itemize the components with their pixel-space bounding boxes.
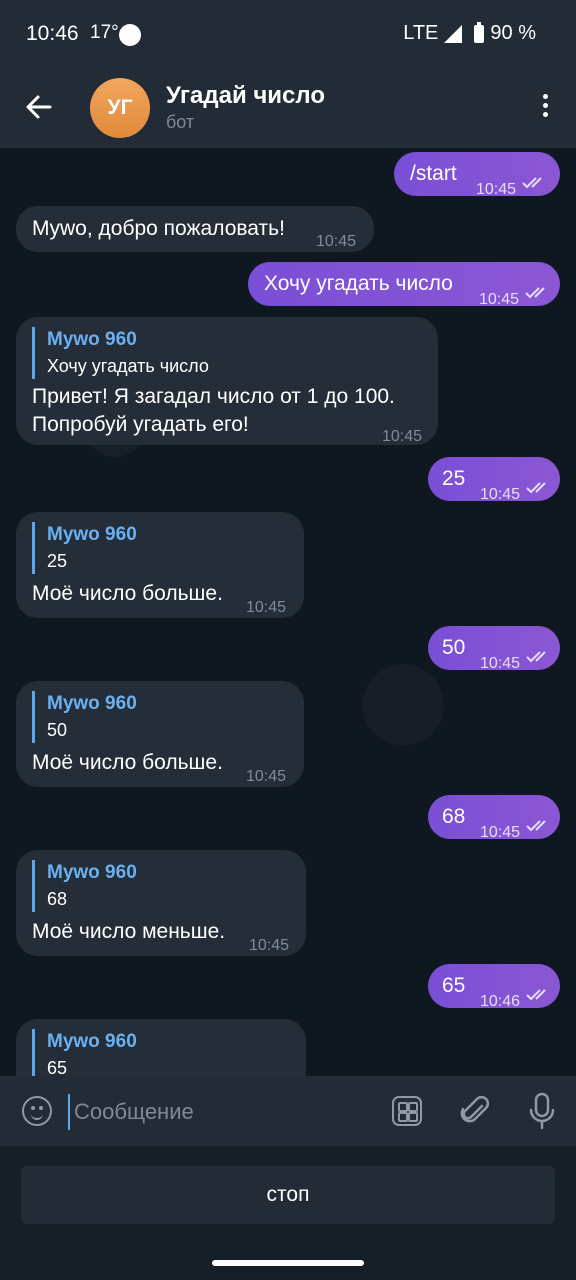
- reply-quote[interactable]: Мywo 960 65: [32, 1029, 287, 1076]
- message-time: 10:45: [479, 291, 520, 308]
- reply-quote[interactable]: Мywo 960 50: [32, 691, 287, 743]
- bot-keyboard-icon[interactable]: [392, 1096, 422, 1126]
- message-text: Моё число больше.: [32, 582, 223, 605]
- read-ticks-icon: [526, 820, 546, 832]
- read-ticks-icon: [525, 287, 545, 299]
- message-text: 68: [442, 805, 466, 828]
- message-in[interactable]: Мywo 960 50 Моё число больше. 10:45: [16, 681, 304, 787]
- message-in[interactable]: Мywo, добро пожаловать! 10:45: [16, 206, 374, 252]
- reply-author: Мywo 960: [47, 862, 137, 883]
- message-in[interactable]: Мywo 960 25 Моё число больше. 10:45: [16, 512, 304, 618]
- emoji-icon[interactable]: [22, 1096, 52, 1126]
- reply-text: 50: [47, 720, 68, 740]
- message-text: Моё число меньше.: [32, 920, 226, 943]
- message-text: Хочу угадать число: [264, 272, 453, 295]
- attach-clip-icon[interactable]: [460, 1094, 490, 1128]
- status-bar: 10:46 17° LTE 90 %: [0, 0, 576, 68]
- network-type: LTE: [403, 22, 439, 44]
- notification-dot-icon: [119, 24, 141, 46]
- microphone-icon[interactable]: [528, 1092, 556, 1130]
- message-text: /start: [410, 162, 457, 185]
- message-time: 10:45: [316, 233, 357, 250]
- message-in[interactable]: Мywo 960 Хочу угадать число Привет! Я за…: [16, 317, 438, 445]
- reply-text: Хочу угадать число: [47, 356, 209, 376]
- message-text-line: Попробуй угадать его!: [32, 413, 249, 436]
- battery-icon: [474, 21, 485, 43]
- message-input[interactable]: [68, 1094, 376, 1130]
- message-out[interactable]: /start 10:45: [394, 152, 560, 198]
- read-ticks-icon: [526, 989, 546, 1001]
- reply-quote[interactable]: Мywo 960 68: [32, 860, 287, 912]
- message-time: 10:45: [246, 768, 287, 785]
- back-arrow-icon[interactable]: [22, 90, 56, 124]
- reply-text: 25: [47, 551, 68, 571]
- reply-author: Мywo 960: [47, 329, 137, 350]
- message-time: 10:46: [480, 993, 521, 1010]
- message-time: 10:45: [246, 599, 287, 616]
- home-indicator[interactable]: [212, 1260, 364, 1266]
- message-text: Моё число больше.: [32, 751, 223, 774]
- status-time: 10:46: [26, 22, 79, 45]
- message-out[interactable]: 50 10:45: [428, 626, 560, 672]
- reply-author: Мywo 960: [47, 524, 137, 545]
- message-input-bar: [0, 1076, 576, 1146]
- chat-header: УГ Угадай число бот: [0, 68, 576, 148]
- more-menu-icon[interactable]: [540, 94, 550, 124]
- message-time: 10:45: [480, 824, 521, 841]
- reply-quote[interactable]: Мywo 960 25: [32, 522, 287, 574]
- message-time: 10:45: [480, 655, 521, 672]
- message-text: 65: [442, 974, 466, 997]
- message-in[interactable]: Мywo 960 65: [16, 1019, 306, 1076]
- message-text-line: Привет! Я загадал число от 1 до 100.: [32, 385, 395, 408]
- status-right: LTE 90 %: [403, 21, 536, 45]
- battery-percent: 90 %: [490, 22, 536, 44]
- message-time: 10:45: [249, 937, 290, 954]
- message-in[interactable]: Мywo 960 68 Моё число меньше. 10:45: [16, 850, 306, 956]
- message-text: 25: [442, 467, 466, 490]
- chat-subtitle: бот: [166, 112, 195, 132]
- reply-text: 65: [47, 1058, 68, 1076]
- avatar-initials: УГ: [107, 96, 133, 119]
- read-ticks-icon: [526, 651, 546, 663]
- reply-text: 68: [47, 889, 68, 909]
- stop-button[interactable]: стоп: [21, 1166, 555, 1224]
- status-temperature: 17°: [90, 22, 119, 43]
- message-out[interactable]: 25 10:45: [428, 457, 560, 503]
- bot-keyboard: стоп: [0, 1146, 576, 1280]
- message-time: 10:45: [476, 181, 517, 198]
- chat-title[interactable]: Угадай число: [166, 82, 325, 110]
- signal-icon: [444, 24, 463, 43]
- message-text: 50: [442, 636, 466, 659]
- message-text: Мywo, добро пожаловать!: [32, 217, 285, 240]
- message-time: 10:45: [480, 486, 521, 503]
- chat-area[interactable]: /start 10:45 Мywo, добро пожаловать! 10:…: [0, 148, 576, 1076]
- read-ticks-icon: [522, 177, 542, 189]
- message-out[interactable]: 65 10:46: [428, 964, 560, 1010]
- message-out[interactable]: Хочу угадать число 10:45: [248, 262, 560, 308]
- reply-quote[interactable]: Мywo 960 Хочу угадать число: [32, 327, 427, 379]
- reply-author: Мywo 960: [47, 1031, 137, 1052]
- read-ticks-icon: [526, 482, 546, 494]
- reply-author: Мywo 960: [47, 693, 137, 714]
- message-out[interactable]: 68 10:45: [428, 795, 560, 841]
- avatar[interactable]: УГ: [90, 78, 150, 138]
- message-time: 10:45: [382, 428, 423, 445]
